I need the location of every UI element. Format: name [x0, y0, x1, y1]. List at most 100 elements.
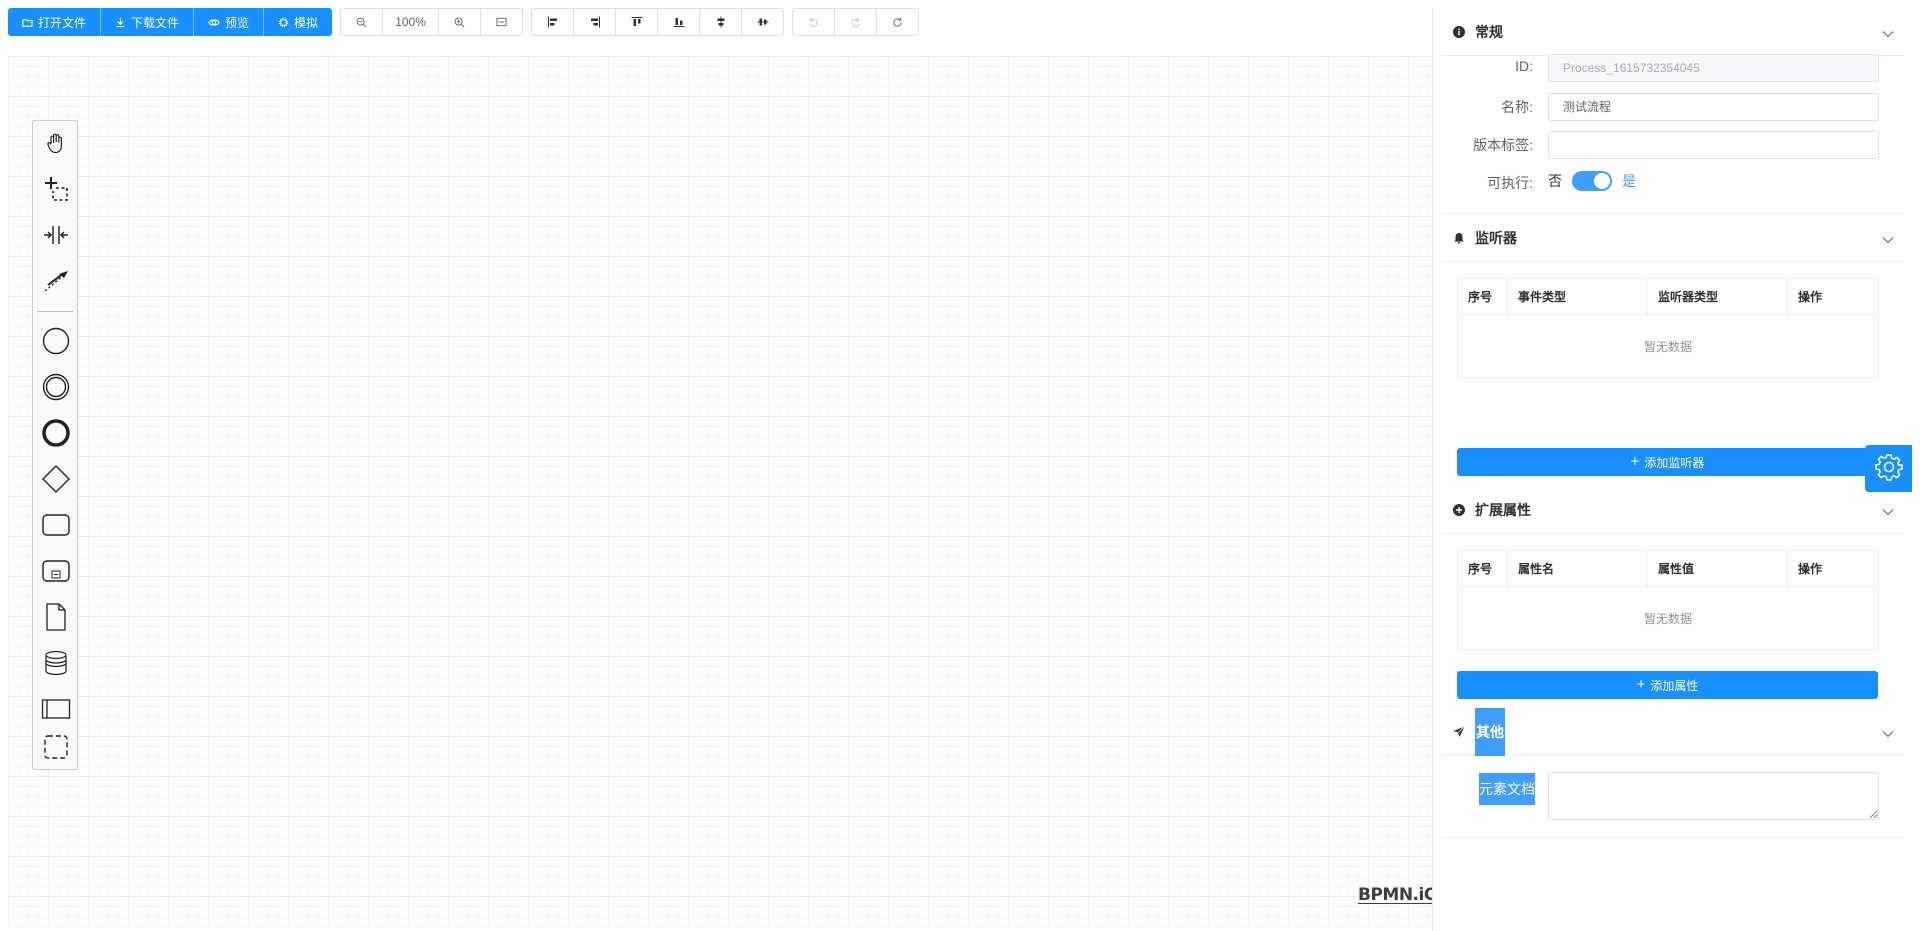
align-middle-button[interactable] — [699, 8, 743, 36]
add-listener-button[interactable]: + 添加监听器 — [1457, 448, 1878, 476]
column-header: 序号 — [1457, 278, 1508, 315]
align-left-icon — [547, 16, 559, 28]
column-header: 序号 — [1457, 550, 1508, 587]
empty-table-text: 暂无数据 — [1643, 611, 1692, 626]
simulate-button[interactable]: 模拟 — [264, 8, 333, 36]
end-event-icon[interactable] — [36, 413, 76, 453]
column-header: 属性值 — [1647, 550, 1788, 587]
zoom-in-button[interactable] — [438, 8, 482, 36]
hand-tool-icon[interactable] — [36, 123, 76, 163]
pool-icon[interactable] — [36, 689, 76, 729]
info-icon — [1453, 25, 1467, 39]
version-tag-label: 版本标签: — [1473, 137, 1533, 153]
redo-button[interactable] — [834, 8, 878, 36]
align-button-group — [531, 8, 785, 36]
documentation-label: 元素文档 — [1479, 773, 1535, 805]
properties-panel: 常规 ID: Process_1615732354045 名称: 测试流程 版本… — [1432, 8, 1912, 931]
zoom-level-display: 100% — [382, 8, 440, 36]
chevron-down-icon — [1882, 503, 1894, 519]
data-store-icon[interactable] — [36, 643, 76, 683]
id-field[interactable]: Process_1615732354045 — [1548, 54, 1879, 82]
global-connect-tool-icon[interactable] — [36, 261, 76, 301]
align-center-button[interactable] — [741, 8, 785, 36]
paper-plane-icon — [1453, 725, 1467, 739]
section-title-other: 其他 — [1475, 707, 1505, 756]
chevron-down-icon — [1882, 25, 1894, 41]
intermediate-event-icon[interactable] — [36, 367, 76, 407]
align-bottom-icon — [673, 16, 685, 28]
executable-switch-row: 否 是 — [1548, 171, 1636, 191]
lasso-tool-icon[interactable] — [36, 169, 76, 209]
documentation-field[interactable] — [1548, 772, 1879, 820]
group-icon[interactable] — [36, 727, 76, 767]
history-button-group — [792, 8, 920, 36]
plus-icon: + — [1630, 453, 1640, 470]
section-divider — [1441, 837, 1904, 838]
align-center-icon — [757, 16, 769, 28]
column-header: 操作 — [1787, 278, 1879, 315]
undo-button[interactable] — [792, 8, 836, 36]
executable-on-label: 是 — [1622, 173, 1636, 189]
listener-table: 序号 事件类型 监听器类型 操作 暂无数据 — [1457, 278, 1879, 378]
executable-toggle[interactable] — [1572, 171, 1612, 191]
refresh-icon — [892, 17, 903, 28]
align-middle-icon — [715, 16, 727, 28]
align-bottom-button[interactable] — [657, 8, 701, 36]
eye-icon — [208, 17, 225, 28]
tool-palette — [32, 120, 78, 770]
palette-separator — [37, 311, 73, 312]
folder-open-icon — [22, 17, 38, 28]
section-header-general[interactable]: 常规 — [1441, 8, 1904, 56]
bpmn-io-logo[interactable]: BPMN.iO — [1358, 885, 1438, 905]
align-top-button[interactable] — [615, 8, 659, 36]
open-file-label: 打开文件 — [38, 15, 87, 30]
preview-button[interactable]: 预览 — [194, 8, 265, 36]
section-header-extensions[interactable]: 扩展属性 — [1441, 486, 1904, 534]
data-object-icon[interactable] — [36, 597, 76, 637]
add-property-label: 添加属性 — [1650, 678, 1699, 693]
extension-property-table: 序号 属性名 属性值 操作 暂无数据 — [1457, 550, 1879, 650]
settings-button[interactable] — [1865, 445, 1912, 492]
bell-icon — [1453, 231, 1467, 245]
bpmn-canvas[interactable] — [8, 56, 1432, 928]
zoom-in-icon — [454, 17, 465, 28]
zoom-button-group: 100% — [340, 8, 524, 36]
section-header-listeners[interactable]: 监听器 — [1441, 214, 1904, 262]
plus-icon: + — [1636, 676, 1646, 693]
empty-table-text: 暂无数据 — [1643, 339, 1692, 354]
zoom-out-button[interactable] — [340, 8, 384, 36]
column-header: 监听器类型 — [1647, 278, 1788, 315]
add-property-button[interactable]: + 添加属性 — [1457, 671, 1878, 699]
download-file-label: 下载文件 — [131, 15, 180, 30]
space-tool-icon[interactable] — [36, 215, 76, 255]
version-tag-field[interactable] — [1548, 131, 1879, 159]
align-top-icon — [631, 16, 643, 28]
exclusive-gateway-icon[interactable] — [36, 459, 76, 499]
download-file-button[interactable]: 下载文件 — [101, 8, 195, 36]
name-label: 名称: — [1501, 99, 1533, 115]
zoom-reset-button[interactable] — [480, 8, 524, 36]
fit-screen-icon — [496, 17, 507, 27]
align-left-button[interactable] — [531, 8, 575, 36]
section-header-other[interactable]: 其他 — [1441, 707, 1904, 756]
align-right-icon — [589, 16, 601, 28]
gear-icon — [1874, 452, 1904, 485]
toolbar: 打开文件 下载文件 预览 模拟 100% — [8, 8, 927, 36]
start-event-icon[interactable] — [36, 321, 76, 361]
add-listener-label: 添加监听器 — [1644, 455, 1705, 470]
download-icon — [115, 17, 131, 28]
refresh-button[interactable] — [876, 8, 920, 36]
align-right-button[interactable] — [573, 8, 617, 36]
simulate-label: 模拟 — [294, 15, 319, 30]
column-header: 操作 — [1787, 550, 1879, 587]
section-title-extensions: 扩展属性 — [1475, 501, 1531, 518]
plus-circle-icon — [1453, 503, 1467, 517]
open-file-button[interactable]: 打开文件 — [8, 8, 102, 36]
section-title-general: 常规 — [1475, 23, 1503, 40]
subprocess-icon[interactable] — [36, 551, 76, 591]
chevron-down-icon — [1882, 725, 1894, 741]
task-icon[interactable] — [36, 505, 76, 545]
name-field[interactable]: 测试流程 — [1548, 93, 1879, 121]
executable-label: 可执行: — [1487, 175, 1533, 191]
section-title-listeners: 监听器 — [1475, 229, 1517, 246]
